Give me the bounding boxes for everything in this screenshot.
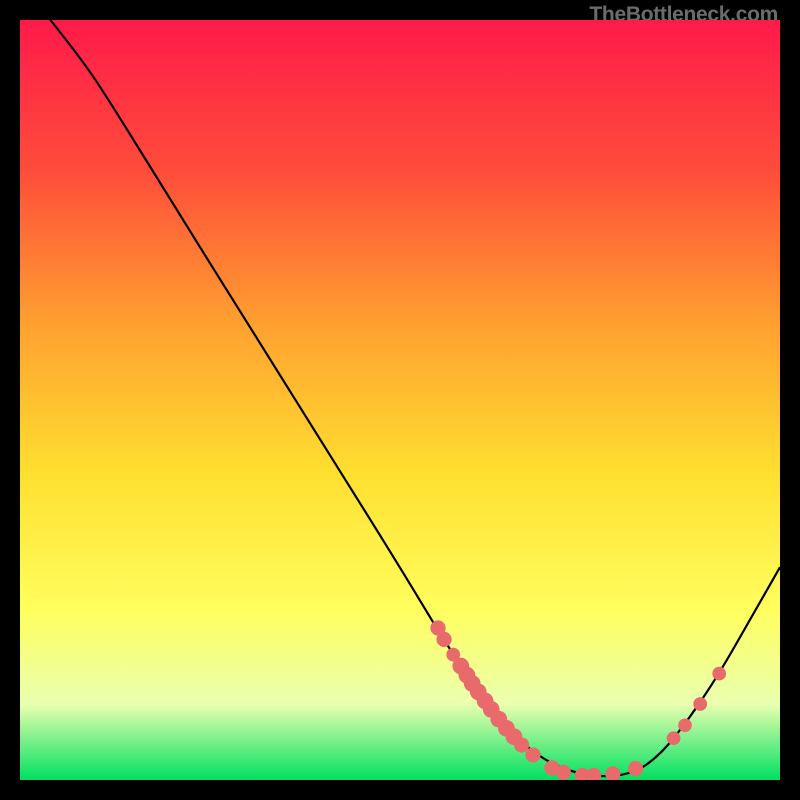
data-point (678, 718, 692, 732)
data-point (525, 747, 540, 762)
chart-svg (20, 20, 780, 780)
chart-background (20, 20, 780, 780)
data-point (712, 667, 726, 681)
data-point (667, 731, 681, 745)
data-point (514, 737, 529, 752)
data-point (693, 697, 707, 711)
data-point (556, 765, 571, 780)
data-point (436, 632, 451, 647)
chart-plot-area (20, 20, 780, 780)
data-point (628, 761, 643, 776)
